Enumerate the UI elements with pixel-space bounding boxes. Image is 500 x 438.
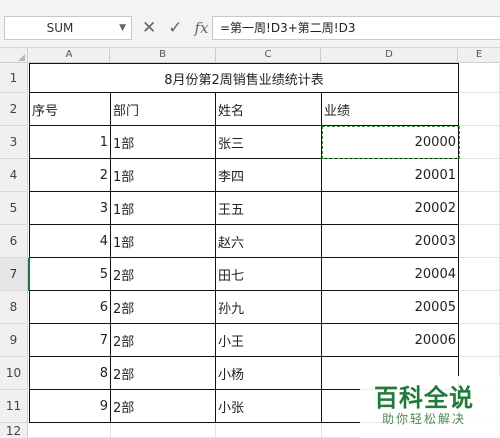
cell-dept[interactable]: 2部 <box>111 390 216 423</box>
column-header-e[interactable]: E <box>458 48 500 63</box>
title-cell[interactable]: 8月份第2周销售业绩统计表 <box>29 63 459 93</box>
cell-no[interactable]: 8 <box>29 357 111 390</box>
cell-no[interactable]: 5 <box>29 258 111 291</box>
cell-name[interactable]: 孙九 <box>216 291 322 324</box>
name-box[interactable]: SUM ▼ <box>4 16 132 40</box>
formula-bar: SUM ▼ ✕ ✓ fx =第一周!D3+第二周!D3 <box>0 0 500 48</box>
column-header-b[interactable]: B <box>110 48 216 63</box>
header-cell-no[interactable]: 序号 <box>29 93 111 126</box>
row-header-7[interactable]: 7 <box>0 258 28 291</box>
row-header-11[interactable]: 11 <box>0 390 28 423</box>
cell-name[interactable]: 小王 <box>216 324 322 357</box>
cell-dept[interactable]: 2部 <box>111 291 216 324</box>
header-cell-dept[interactable]: 部门 <box>111 93 216 126</box>
row-header-5[interactable]: 5 <box>0 192 28 225</box>
header-cell-value[interactable]: 业绩 <box>322 93 459 126</box>
cell-no[interactable]: 9 <box>29 390 111 423</box>
cell-dept[interactable]: 1部 <box>111 225 216 258</box>
column-header-d[interactable]: D <box>321 48 458 63</box>
header-cell-name[interactable]: 姓名 <box>216 93 322 126</box>
name-box-value: SUM <box>46 21 74 35</box>
cell-name[interactable]: 小杨 <box>216 357 322 390</box>
cell-dept[interactable]: 2部 <box>111 324 216 357</box>
cell-name[interactable]: 赵六 <box>216 225 322 258</box>
cell-no[interactable]: 2 <box>29 159 111 192</box>
cell-e6[interactable] <box>459 225 500 258</box>
cell-e5[interactable] <box>459 192 500 225</box>
cell-no[interactable]: 6 <box>29 291 111 324</box>
cell-e1[interactable] <box>459 63 500 93</box>
cell-a12[interactable] <box>29 423 111 438</box>
fx-icon[interactable]: fx <box>195 16 209 40</box>
cell-e2[interactable] <box>459 93 500 126</box>
cell-value[interactable]: 20000 <box>322 126 459 159</box>
watermark-subtitle: 助你轻松解决 <box>382 412 467 426</box>
column-header-a[interactable]: A <box>29 48 110 63</box>
cell-dept[interactable]: 2部 <box>111 258 216 291</box>
select-all-corner[interactable] <box>0 48 28 63</box>
cell-no[interactable]: 1 <box>29 126 111 159</box>
cell-value[interactable]: 20001 <box>322 159 459 192</box>
cell-value[interactable]: 20005 <box>322 291 459 324</box>
row-header-3[interactable]: 3 <box>0 126 28 159</box>
cell-name[interactable]: 张三 <box>216 126 322 159</box>
row-header-8[interactable]: 8 <box>0 291 28 324</box>
cell-e8[interactable] <box>459 291 500 324</box>
cell-no[interactable]: 4 <box>29 225 111 258</box>
cell-name[interactable]: 王五 <box>216 192 322 225</box>
row-header-9[interactable]: 9 <box>0 324 28 357</box>
cell-name[interactable]: 李四 <box>216 159 322 192</box>
cell-no[interactable]: 3 <box>29 192 111 225</box>
cell-name[interactable]: 小张 <box>216 390 322 423</box>
watermark-logo: 百科全说 助你轻松解决 <box>360 376 500 438</box>
column-header-c[interactable]: C <box>216 48 321 63</box>
check-icon[interactable]: ✓ <box>168 16 182 40</box>
cell-dept[interactable]: 1部 <box>111 159 216 192</box>
formula-input[interactable]: =第一周!D3+第二周!D3 <box>212 16 500 40</box>
formula-actions: ✕ ✓ fx <box>142 16 209 40</box>
cell-no[interactable]: 7 <box>29 324 111 357</box>
cell-dept[interactable]: 1部 <box>111 192 216 225</box>
cell-c12[interactable] <box>216 423 322 438</box>
cell-e3[interactable] <box>459 126 500 159</box>
close-icon[interactable]: ✕ <box>142 16 156 40</box>
cell-value[interactable]: 20003 <box>322 225 459 258</box>
cell-dept[interactable]: 2部 <box>111 357 216 390</box>
cell-value[interactable]: 20002 <box>322 192 459 225</box>
row-header-4[interactable]: 4 <box>0 159 28 192</box>
row-header-6[interactable]: 6 <box>0 225 28 258</box>
row-header-1[interactable]: 1 <box>0 63 28 93</box>
row-header-10[interactable]: 10 <box>0 357 28 390</box>
cell-dept[interactable]: 1部 <box>111 126 216 159</box>
cell-value[interactable]: 20006 <box>322 324 459 357</box>
column-headers: A B C D E <box>0 48 500 63</box>
cell-e9[interactable] <box>459 324 500 357</box>
cell-b12[interactable] <box>111 423 216 438</box>
row-header-2[interactable]: 2 <box>0 93 28 126</box>
cell-name[interactable]: 田七 <box>216 258 322 291</box>
watermark-title: 百科全说 <box>374 384 474 412</box>
row-header-12[interactable]: 12 <box>0 423 28 438</box>
chevron-down-icon[interactable]: ▼ <box>119 17 126 39</box>
cell-value[interactable]: 20004 <box>322 258 459 291</box>
cell-e7[interactable] <box>459 258 500 291</box>
cell-e4[interactable] <box>459 159 500 192</box>
